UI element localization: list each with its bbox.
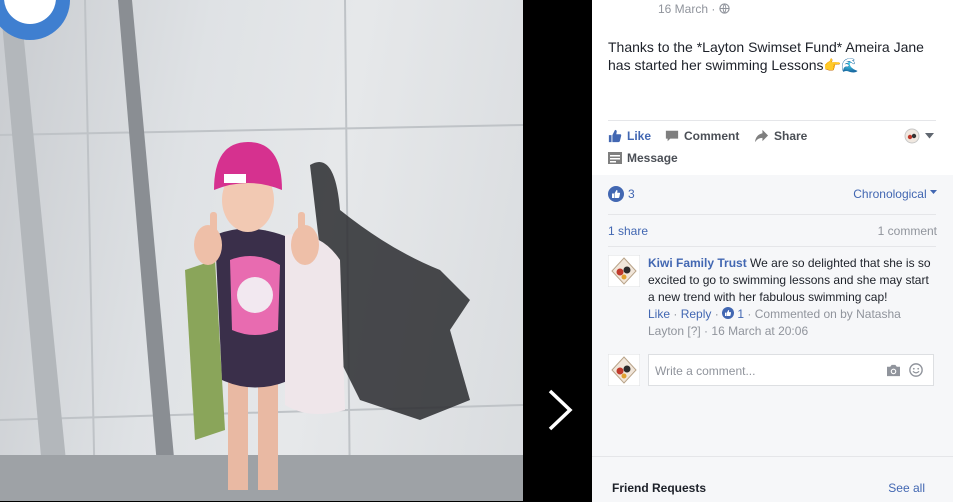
message-label: Message <box>627 151 678 165</box>
comment-sort-dropdown[interactable]: Chronological <box>853 187 937 201</box>
comment-icon <box>665 130 679 142</box>
kiwi-family-trust-logo-icon <box>607 254 641 288</box>
comment-meta: Like · Reply · 1 · Commented on by Natas… <box>648 307 901 338</box>
page-avatar-small-icon <box>904 128 920 144</box>
like-reaction-icon <box>722 307 735 319</box>
divider <box>608 214 936 215</box>
wave-emoji-icon: 🌊 <box>840 57 859 73</box>
reactions-count: 3 <box>628 187 635 201</box>
post-date: 16 March · <box>658 2 730 16</box>
share-icon <box>754 129 769 143</box>
comment-like-count[interactable]: 1 <box>737 307 744 321</box>
comment-composer[interactable] <box>648 354 934 386</box>
dropdown-icon <box>925 133 934 139</box>
share-label: Share <box>774 129 808 143</box>
photo-viewer <box>0 0 592 501</box>
emoji-icon[interactable] <box>909 363 923 377</box>
like-button[interactable]: Like <box>608 129 651 143</box>
comment-timestamp[interactable]: 16 March at 20:06 <box>711 324 808 338</box>
camera-icon[interactable] <box>886 364 901 377</box>
post-date-text[interactable]: 16 March · <box>658 2 715 16</box>
kiwi-family-trust-logo-icon <box>607 353 641 387</box>
post-text-body: Thanks to the *Layton Swimset Fund* Amei… <box>608 39 924 73</box>
help-link[interactable]: [?] <box>687 324 700 338</box>
sort-label: Chronological <box>853 187 927 201</box>
like-label: Like <box>627 129 652 143</box>
comment-reply-link[interactable]: Reply <box>681 307 712 321</box>
composer-avatar <box>607 353 641 387</box>
friend-requests-title[interactable]: Friend Requests <box>612 481 706 495</box>
message-icon <box>608 152 622 164</box>
globe-icon <box>719 3 730 14</box>
comment-input[interactable] <box>653 363 877 379</box>
reaction-picker-button[interactable] <box>904 128 934 144</box>
post-text: Thanks to the *Layton Swimset Fund* Amei… <box>608 38 943 74</box>
share-button[interactable]: Share <box>754 129 807 143</box>
thumbs-emoji-icon: 👉 <box>823 57 841 73</box>
comment-label: Comment <box>684 129 740 143</box>
like-reaction-icon <box>608 186 624 202</box>
reactions-summary[interactable]: 3 <box>608 186 635 202</box>
comment-button[interactable]: Comment <box>665 129 739 143</box>
thumbs-up-icon <box>608 129 622 143</box>
comments-count[interactable]: 1 comment <box>878 224 937 238</box>
photo[interactable] <box>0 0 523 501</box>
shares-link[interactable]: 1 share <box>608 224 648 238</box>
dropdown-icon <box>930 190 937 194</box>
comment-body: Kiwi Family Trust We are so delighted th… <box>648 255 938 306</box>
chevron-right-icon <box>548 389 573 431</box>
next-photo-button[interactable] <box>540 385 580 435</box>
comment-like-link[interactable]: Like <box>648 307 670 321</box>
divider <box>608 246 936 247</box>
comment-author-link[interactable]: Kiwi Family Trust <box>648 256 747 270</box>
message-button[interactable]: Message <box>608 151 678 165</box>
divider <box>608 120 936 121</box>
friend-requests-bar: Friend Requests See all <box>592 456 953 502</box>
see-all-link[interactable]: See all <box>888 481 925 495</box>
post-panel: 16 March · Thanks to the *Layton Swimset… <box>592 0 953 502</box>
photo-image <box>0 0 523 501</box>
commenter-avatar[interactable] <box>607 254 641 288</box>
